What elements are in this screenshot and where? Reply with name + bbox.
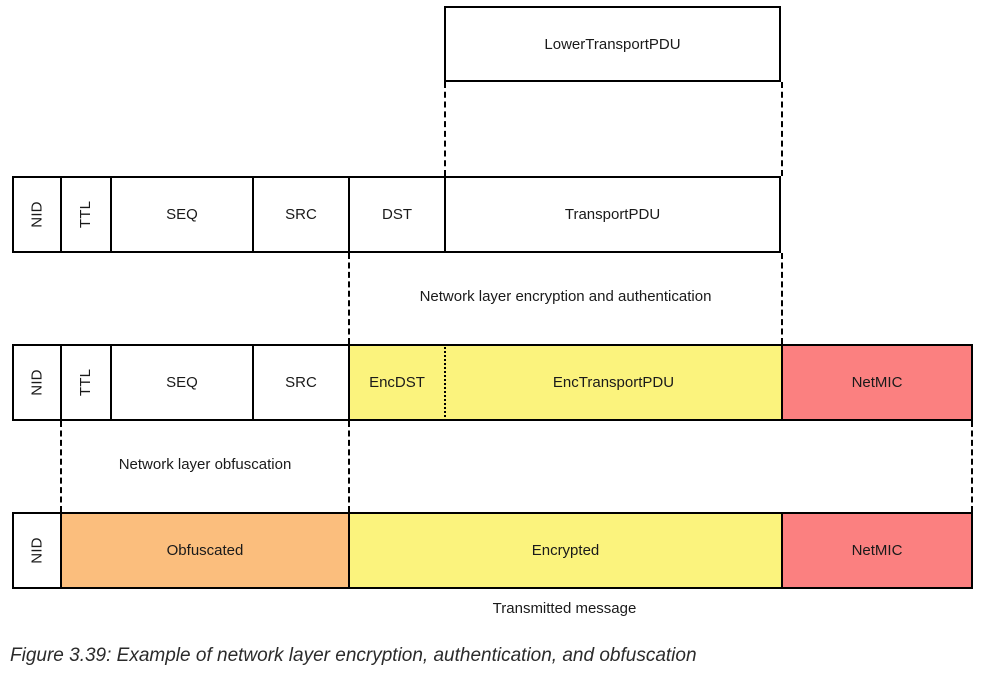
row-plain-cell-nid: NID (12, 176, 60, 253)
dashed-leader-lowertransport-right (781, 82, 783, 176)
row-transmitted-obfuscated-label: Obfuscated (166, 542, 244, 559)
row-encrypted-nid-label: NID (28, 369, 46, 396)
network-layer-pdu-diagram: LowerTransportPDU NID TTL SEQ SRC DST Tr… (0, 0, 985, 679)
row-encrypted-cell-seq: SEQ (110, 344, 252, 421)
row-transmitted-cell-netmic: NetMIC (781, 512, 973, 589)
annotation-network-layer-encryption: Network layer encryption and authenticat… (350, 288, 781, 305)
row-transmitted-nid-label: NID (28, 537, 46, 564)
row-encrypted-ttl-label: TTL (77, 368, 95, 397)
row-transmitted-cell-encrypted: Encrypted (348, 512, 781, 589)
annotation-network-layer-encryption-label: Network layer encryption and authenticat… (419, 288, 712, 305)
row-plain-transportpdu-label: TransportPDU (564, 206, 661, 223)
row-transmitted-encrypted-label: Encrypted (531, 542, 600, 559)
lower-transport-pdu-box: LowerTransportPDU (444, 6, 781, 82)
row-encrypted-cell-encdst: EncDST (348, 344, 444, 421)
row-plain-src-label: SRC (285, 206, 317, 223)
transmitted-message-label: Transmitted message (492, 600, 637, 617)
dashed-leader-lowertransport-left (444, 82, 446, 176)
lower-transport-pdu-label: LowerTransportPDU (544, 35, 681, 53)
row-encrypted-cell-enctransportpdu: EncTransportPDU (444, 344, 781, 421)
row-plain-nid-label: NID (28, 201, 46, 228)
annotation-network-layer-obfuscation-label: Network layer obfuscation (118, 456, 292, 473)
dashed-leader-encryption-right (781, 253, 783, 344)
figure-caption-text: Figure 3.39: Example of network layer en… (10, 645, 697, 666)
dashed-leader-obfuscation-right (348, 421, 350, 512)
figure-caption: Figure 3.39: Example of network layer en… (10, 645, 697, 667)
row-encrypted-enctransportpdu-label: EncTransportPDU (552, 374, 675, 391)
transmitted-message-label-wrap: Transmitted message (348, 600, 781, 617)
row-encrypted-netmic-label: NetMIC (851, 374, 903, 391)
dashed-leader-netmic-right (971, 421, 973, 512)
row-encrypted-src-label: SRC (285, 374, 317, 391)
row-encrypted-cell-nid: NID (12, 344, 60, 421)
annotation-network-layer-obfuscation: Network layer obfuscation (62, 456, 348, 473)
row-plain-seq-label: SEQ (166, 206, 198, 223)
row-plain-cell-src: SRC (252, 176, 348, 253)
row-plain-cell-transportpdu: TransportPDU (444, 176, 781, 253)
row-plain-dst-label: DST (382, 206, 412, 223)
row-encrypted-encdst-label: EncDST (369, 374, 425, 391)
row-transmitted-cell-nid: NID (12, 512, 60, 589)
row-transmitted-netmic-label: NetMIC (851, 542, 903, 559)
row-encrypted-seq-label: SEQ (166, 374, 198, 391)
row-plain-cell-seq: SEQ (110, 176, 252, 253)
row-encrypted-cell-netmic: NetMIC (781, 344, 973, 421)
row-encrypted-cell-src: SRC (252, 344, 348, 421)
row-encrypted-cell-ttl: TTL (60, 344, 110, 421)
row-transmitted-cell-obfuscated: Obfuscated (60, 512, 348, 589)
row-plain-cell-ttl: TTL (60, 176, 110, 253)
row-plain-ttl-label: TTL (77, 200, 95, 229)
row-plain-cell-dst: DST (348, 176, 444, 253)
